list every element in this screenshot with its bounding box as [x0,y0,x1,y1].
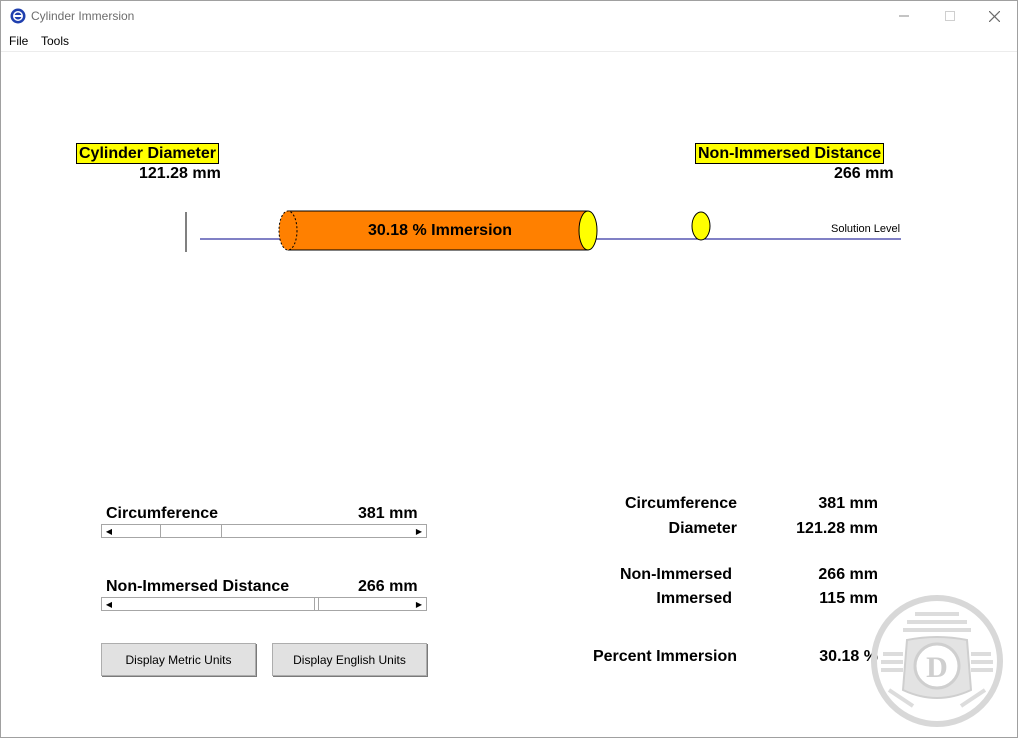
result-non-immersed-value: 266 mm [818,566,878,583]
result-diameter-value: 121.28 mm [796,520,878,537]
watermark-letter: D [926,651,948,684]
maximize-button[interactable] [927,1,973,31]
minimize-icon [899,15,909,17]
scroll-left-icon[interactable]: ◀ [102,598,116,610]
result-non-immersed-label: Non-Immersed [619,566,732,583]
cylinder-diameter-label: Cylinder Diameter [76,143,219,164]
display-metric-units-button[interactable]: Display Metric Units [101,643,256,676]
result-percent-immersion-label: Percent Immersion [592,648,737,665]
circumference-slider-thumb[interactable] [160,525,223,537]
scroll-left-icon[interactable]: ◀ [102,525,116,537]
display-english-units-button[interactable]: Display English Units [272,643,427,676]
title-bar: Cylinder Immersion [1,1,1017,31]
close-icon [988,10,1000,22]
result-circumference-label: Circumference [624,495,737,512]
solution-level-label: Solution Level [831,223,901,235]
result-immersed-label: Immersed [656,590,732,607]
cylinder-back-end [278,210,298,251]
close-button[interactable] [971,1,1017,31]
result-circumference-value: 381 mm [818,495,878,512]
window-title: Cylinder Immersion [31,9,135,23]
menu-tools[interactable]: Tools [41,34,69,48]
maximize-icon [945,11,955,21]
non-immersed-distance-value: 266 mm [834,165,894,182]
result-diameter-label: Diameter [668,520,737,537]
scroll-right-icon[interactable]: ▶ [412,598,426,610]
circumference-control-value: 381 mm [358,505,418,522]
minimize-button[interactable] [881,1,927,31]
cylinder-immersion-text: 30.18 % Immersion [368,222,513,239]
circumference-slider[interactable]: ◀ ▶ [101,524,427,538]
non-immersed-control-value: 266 mm [358,578,418,595]
app-window: Cylinder Immersion File Tools Cylinder D… [0,0,1018,738]
menu-file[interactable]: File [9,34,28,48]
cylinder-cross-section [691,211,711,241]
scroll-right-icon[interactable]: ▶ [412,525,426,537]
non-immersed-control-label: Non-Immersed Distance [106,578,290,595]
non-immersed-slider[interactable]: ◀ ▶ [101,597,427,611]
non-immersed-distance-label: Non-Immersed Distance [695,143,885,164]
client-area: Cylinder Diameter 121.28 mm Non-Immersed… [1,52,1017,737]
cylinder-diameter-value: 121.28 mm [139,165,221,182]
app-logo-icon [10,8,26,24]
circumference-control-label: Circumference [106,505,219,522]
non-immersed-slider-thumb[interactable] [313,598,319,610]
watermark-logo: D [871,595,1003,727]
cylinder-front-end [578,210,598,251]
menu-bar: File Tools [1,31,1017,52]
